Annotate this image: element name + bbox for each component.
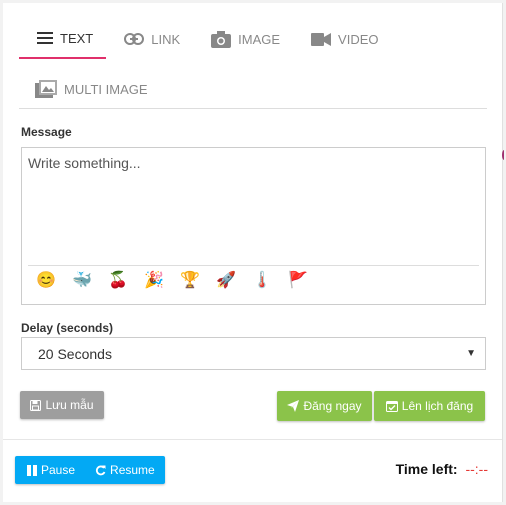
pause-label: Pause	[41, 463, 76, 477]
time-left-value: --:--	[465, 461, 488, 477]
post-now-label: Đăng ngay	[303, 399, 362, 413]
refresh-icon	[95, 465, 106, 475]
save-template-label: Lưu mẫu	[45, 398, 94, 412]
composer-panel: TEXT LINK IMAGE VIDEO MULTI IMAGE Messag…	[3, 3, 503, 502]
tab-multi-image-label: MULTI IMAGE	[64, 81, 148, 97]
post-now-button[interactable]: Đăng ngay	[277, 391, 372, 421]
delay-label: Delay (seconds)	[21, 321, 114, 335]
tab-text-label: TEXT	[60, 30, 94, 46]
images-icon	[35, 80, 57, 98]
delay-select[interactable]: 20 Seconds ▼	[21, 337, 486, 370]
link-icon	[124, 33, 145, 45]
message-input[interactable]	[22, 148, 485, 263]
emoji-smile[interactable]: 😊	[36, 272, 72, 289]
emoji-whale[interactable]: 🐳	[72, 272, 108, 289]
emoji-cherries[interactable]: 🍒	[108, 272, 144, 289]
pause-resume-group: Pause Resume	[15, 456, 165, 484]
caret-down-icon: ▼	[466, 348, 476, 359]
calendar-check-icon	[385, 401, 398, 412]
emoji-trophy[interactable]: 🏆	[180, 272, 216, 289]
floppy-disk-icon	[30, 399, 42, 411]
emoji-flag[interactable]: 🚩	[288, 272, 324, 289]
paper-plane-icon	[287, 400, 300, 412]
tab-image-label: IMAGE	[238, 31, 281, 47]
post-type-tabs-row2: MULTI IMAGE	[19, 71, 487, 109]
tab-video[interactable]: VIDEO	[293, 19, 391, 59]
save-template-button[interactable]: Lưu mẫu	[20, 391, 104, 419]
emoji-party-popper[interactable]: 🎉	[144, 272, 180, 289]
message-label: Message	[21, 125, 72, 139]
resume-label: Resume	[110, 463, 155, 477]
resume-button[interactable]: Resume	[83, 456, 163, 484]
emoji-rocket[interactable]: 🚀	[216, 272, 252, 289]
schedule-post-label: Lên lịch đăng	[401, 399, 474, 413]
text-lines-icon	[37, 32, 53, 44]
delay-selected-value: 20 Seconds	[38, 345, 112, 362]
tab-multi-image[interactable]: MULTI IMAGE	[19, 71, 161, 107]
time-left: Time left: --:--	[396, 461, 488, 477]
video-camera-icon	[311, 32, 332, 46]
message-box: 😊 🐳 🍒 🎉 🏆 🚀 🌡️ 🚩	[21, 147, 486, 305]
pause-icon	[27, 464, 37, 476]
tab-text[interactable]: TEXT	[19, 19, 107, 59]
emoji-thermometer[interactable]: 🌡️	[252, 272, 288, 289]
tab-link[interactable]: LINK	[106, 19, 193, 59]
tab-image[interactable]: IMAGE	[193, 19, 293, 59]
tab-link-label: LINK	[151, 31, 181, 47]
footer-divider	[3, 439, 502, 440]
time-left-label: Time left:	[395, 461, 458, 477]
schedule-post-button[interactable]: Lên lịch đăng	[374, 391, 485, 421]
post-type-tabs: TEXT LINK IMAGE VIDEO	[19, 19, 482, 59]
emoji-bar: 😊 🐳 🍒 🎉 🏆 🚀 🌡️ 🚩	[28, 265, 479, 295]
tab-video-label: VIDEO	[338, 31, 379, 47]
pause-button[interactable]: Pause	[15, 456, 83, 484]
camera-icon	[211, 30, 232, 48]
edge-handle	[502, 150, 506, 160]
